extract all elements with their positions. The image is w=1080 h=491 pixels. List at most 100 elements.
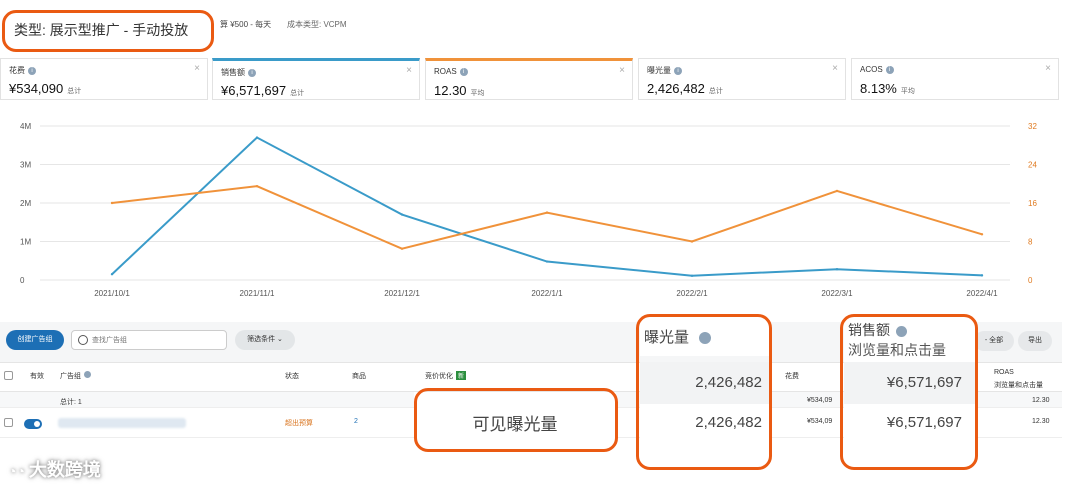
metric-value: ¥6,571,697 xyxy=(221,83,287,98)
series-point xyxy=(255,184,259,188)
sales-highlight-box xyxy=(840,314,978,470)
col-adgroup-label: 广告组 xyxy=(60,373,81,380)
metric-value: ¥534,090 xyxy=(9,81,64,96)
y-tick-right: 16 xyxy=(1028,199,1037,208)
series-point xyxy=(400,213,404,216)
watermark-logo: ◔◔ 大数跨境 xyxy=(8,456,101,482)
search-icon xyxy=(78,335,88,345)
x-tick: 2022/3/1 xyxy=(821,289,853,298)
col-status[interactable]: 状态 xyxy=(285,371,299,381)
series-line-1 xyxy=(111,136,983,277)
col-products[interactable]: 商品 xyxy=(352,371,366,381)
total-label: 总计: 1 xyxy=(60,399,82,406)
y-tick-left: 0 xyxy=(20,276,25,285)
total-spend: ¥534,09 xyxy=(807,397,833,404)
search-box[interactable] xyxy=(71,330,227,350)
x-tick: 2022/1/1 xyxy=(531,289,563,298)
metric-unit: 平均 xyxy=(470,90,485,97)
row-products[interactable]: 2 xyxy=(354,418,358,425)
new-badge: 新 xyxy=(456,371,467,380)
col-spend[interactable]: 花费 xyxy=(785,371,799,381)
close-icon[interactable]: × xyxy=(406,65,412,76)
line-chart-svg: 4M 32 3M 24 2M 16 1M 8 0 0 2021/10/1 2021/11/1 2021/… xyxy=(20,122,1037,298)
y-tick-right: 0 xyxy=(1028,276,1033,285)
close-icon[interactable]: × xyxy=(1045,63,1051,74)
series-point xyxy=(545,211,549,214)
budget-label: 算 ¥500 - 每天 xyxy=(220,20,272,29)
series-point xyxy=(690,274,694,277)
y-tick-left: 1M xyxy=(20,238,31,247)
active-toggle[interactable] xyxy=(24,419,42,429)
series-point xyxy=(545,260,549,263)
series-point xyxy=(835,189,839,193)
metric-value: 8.13% xyxy=(860,81,897,96)
x-tick: 2021/11/1 xyxy=(240,289,276,298)
metric-label: 花费 xyxy=(9,66,25,75)
chevron-down-icon: ⌄ xyxy=(277,336,283,343)
metric-card-roas[interactable]: ROAS i × 12.30 平均 xyxy=(425,58,633,100)
col-adgroup[interactable]: 广告组 xyxy=(60,371,91,381)
close-icon[interactable]: × xyxy=(832,63,838,74)
performance-chart: 4M 32 3M 24 2M 16 1M 8 0 0 2021/10/1 2021/11/1 2021/… xyxy=(0,112,1062,312)
x-tick: 2022/4/1 xyxy=(966,289,998,298)
series-point xyxy=(110,201,114,205)
adgroup-name-redacted[interactable] xyxy=(58,418,186,428)
metric-value: 2,426,482 xyxy=(647,81,705,96)
close-icon[interactable]: × xyxy=(194,63,200,74)
metric-card-impressions[interactable]: 曝光量 i × 2,426,482 总计 xyxy=(638,58,846,100)
row-checkbox[interactable] xyxy=(4,418,13,427)
close-icon[interactable]: × xyxy=(619,65,625,76)
info-icon: i xyxy=(28,66,36,75)
col-bid-optimization[interactable]: 竞价优化新 xyxy=(425,371,467,381)
y-tick-right: 32 xyxy=(1028,122,1037,131)
series-point xyxy=(835,268,839,271)
metric-card-sales[interactable]: 销售额 i × ¥6,571,697 总计 xyxy=(212,58,420,100)
metric-label: 销售额 xyxy=(221,68,245,77)
metric-unit: 平均 xyxy=(900,88,915,95)
search-input[interactable] xyxy=(92,333,220,347)
all-button[interactable]: - 全部 xyxy=(974,331,1014,351)
total-roas: 12.30 xyxy=(1032,397,1050,404)
metric-card-spend[interactable]: 花费 i × ¥534,090 总计 xyxy=(0,58,208,100)
info-icon: i xyxy=(248,68,256,77)
row-roas: 12.30 xyxy=(1032,418,1050,425)
metric-label: 曝光量 xyxy=(647,66,671,75)
cost-type-label: 成本类型: VCPM xyxy=(287,20,347,29)
logo-icon: ◔◔ xyxy=(8,463,25,479)
metric-unit: 总计 xyxy=(67,88,82,95)
series-point xyxy=(110,273,114,276)
metric-label: ROAS xyxy=(434,67,457,76)
series-point xyxy=(255,136,259,139)
x-tick: 2022/2/1 xyxy=(676,289,708,298)
y-tick-left: 3M xyxy=(20,161,31,170)
metric-unit: 总计 xyxy=(290,90,305,97)
info-icon xyxy=(84,371,91,378)
series-point xyxy=(980,233,984,236)
create-adgroup-button[interactable]: 创建广告组 xyxy=(6,330,64,350)
x-tick: 2021/12/1 xyxy=(384,289,420,298)
metric-label: ACOS xyxy=(860,65,883,74)
col-roas-sub: 浏览量和点击量 xyxy=(994,382,1043,389)
export-button[interactable]: 导出 xyxy=(1018,331,1052,351)
filter-label: 筛选条件 xyxy=(247,336,276,343)
info-icon: i xyxy=(885,65,894,74)
select-all-checkbox[interactable] xyxy=(4,371,13,380)
metric-card-acos[interactable]: ACOS i × 8.13% 平均 xyxy=(851,58,1059,100)
visible-impressions-highlight-box xyxy=(414,388,618,452)
row-status: 超出预算 xyxy=(285,420,313,427)
type-highlight-box xyxy=(2,10,214,52)
col-active[interactable]: 有效 xyxy=(30,371,44,381)
row-spend: ¥534,09 xyxy=(807,418,833,425)
y-tick-right: 24 xyxy=(1028,161,1037,170)
info-icon: i xyxy=(674,66,682,75)
series-point xyxy=(690,240,694,243)
metric-unit: 总计 xyxy=(708,88,723,95)
col-bid-label: 竞价优化 xyxy=(425,373,453,380)
y-tick-right: 8 xyxy=(1028,238,1033,247)
filter-button[interactable]: 筛选条件 ⌄ xyxy=(235,330,295,350)
col-roas[interactable]: ROAS xyxy=(994,369,1014,376)
y-tick-left: 2M xyxy=(20,199,31,208)
series-point xyxy=(980,274,984,277)
info-icon: i xyxy=(459,67,468,76)
x-tick: 2021/10/1 xyxy=(94,289,130,298)
